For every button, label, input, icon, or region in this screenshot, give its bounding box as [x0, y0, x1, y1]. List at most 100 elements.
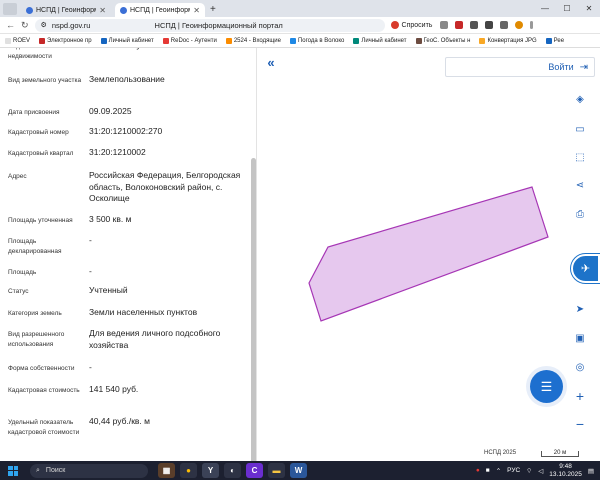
address-bar-row: ← ↻ ⚙ nspd.gov.ru НСПД | Геоинформационн…: [0, 17, 600, 34]
bookmark-item[interactable]: 2524 - Входящие: [226, 38, 281, 44]
tray-chevron-icon[interactable]: ⌃: [496, 467, 501, 475]
measure-panel-icon[interactable]: ▣: [571, 329, 589, 347]
bookmark-item[interactable]: ROEV: [5, 38, 30, 44]
property-label: Вид земельного участка: [8, 77, 82, 84]
tray-app-icon[interactable]: ■: [486, 467, 490, 474]
property-label: Площадь: [8, 269, 37, 276]
file-explorer-icon[interactable]: ▬: [268, 463, 285, 478]
panel-scrollbar[interactable]: [251, 158, 256, 461]
close-window-icon[interactable]: ✕: [578, 0, 600, 17]
url-field[interactable]: ⚙ nspd.gov.ru НСПД | Геоинформационный п…: [34, 18, 385, 32]
clock-time: 9:48: [559, 462, 572, 470]
clock[interactable]: 9:48 13.10.2025: [549, 463, 582, 479]
locate-icon[interactable]: ➤: [571, 300, 589, 318]
print-icon[interactable]: ⎙: [571, 205, 589, 223]
browser-tab[interactable]: НСПД | Геоинформаци ✕: [21, 3, 111, 17]
profile-icon[interactable]: [515, 21, 524, 29]
tab-actions-button[interactable]: [3, 3, 17, 15]
property-label: Площадь уточненная: [8, 217, 73, 224]
reload-icon[interactable]: ↻: [21, 20, 29, 31]
yandex-browser-icon[interactable]: Y: [202, 463, 219, 478]
property-value: Учтенный: [89, 285, 128, 295]
property-value: 09.09.2025: [89, 106, 132, 116]
extension-icon[interactable]: [500, 21, 509, 29]
property-value: 31:20:1210002: [89, 147, 146, 157]
assistant-button[interactable]: Спросить: [390, 21, 433, 29]
property-label: Кадастровый номер: [8, 129, 69, 136]
object-list-button[interactable]: ☰: [530, 370, 563, 403]
property-label: Удельный показатель кадастровой стоимост…: [8, 419, 80, 436]
layers-icon[interactable]: ◈: [571, 90, 589, 108]
start-button[interactable]: [8, 465, 18, 476]
url-page-title: НСПД | Геоинформационный портал: [154, 20, 283, 30]
taskbar-apps: ▦ ● Y ◐ C ▬ W: [158, 463, 307, 478]
extension-icon[interactable]: [440, 21, 449, 29]
windows-taskbar: ⌕ Поиск ▦ ● Y ◐ C ▬ W ● ■ ⌃ РУС ⌔ ◁ 9:48…: [0, 461, 600, 480]
object-info-panel: Вид объекта недвижимости Земельный участо…: [0, 48, 257, 461]
property-label: Вид объекта недвижимости: [8, 48, 52, 60]
minimize-icon[interactable]: —: [534, 0, 556, 17]
close-tab-icon[interactable]: ✕: [193, 6, 200, 15]
property-label: Вид разрешенного использования: [8, 331, 65, 348]
notifications-icon[interactable]: ▤: [588, 467, 594, 475]
assistant-label: Спросить: [401, 21, 433, 29]
bookmark-item[interactable]: ГеоС. Объекты н: [416, 38, 471, 44]
property-label: Площадь декларированная: [8, 238, 62, 255]
support-chat-icon[interactable]: ✈: [571, 254, 600, 283]
tray-app-icon[interactable]: ●: [476, 467, 480, 474]
map-view[interactable]: « Войти ⇥ ◈ ▭ ⬚ ⋖ ⎙ ✈ ➤ ▣ ◎ + − ☰ НСПД 2…: [258, 48, 600, 461]
volume-icon[interactable]: ◁: [538, 467, 543, 475]
bookmark-item[interactable]: Конвертация JPG: [479, 38, 536, 44]
property-label: Дата присвоения: [8, 109, 60, 116]
clock-date: 13.10.2025: [549, 470, 582, 478]
menu-icon[interactable]: [530, 21, 534, 29]
word-icon[interactable]: W: [290, 463, 307, 478]
app-c-icon[interactable]: C: [246, 463, 263, 478]
back-icon[interactable]: ←: [6, 20, 15, 31]
tab-title: НСПД | Геоинформаци: [130, 6, 190, 14]
property-label: Форма собственности: [8, 365, 75, 372]
bookmarks-bar: ROEV Электронное пр Личный кабинет ReDoc - …: [0, 35, 600, 48]
ruler-icon[interactable]: ▭: [571, 120, 589, 138]
task-view-icon[interactable]: ▦: [158, 463, 175, 478]
close-tab-icon[interactable]: ✕: [99, 6, 106, 15]
maximize-icon[interactable]: ☐: [556, 0, 578, 17]
new-tab-button[interactable]: +: [210, 4, 216, 15]
property-value: Землепользование: [89, 74, 165, 84]
property-value: Земли населенных пунктов: [89, 307, 198, 317]
land-parcel: [308, 186, 549, 322]
search-icon: ⌕: [36, 466, 40, 474]
bookmark-item[interactable]: Личный кабинет: [101, 38, 154, 44]
bookmark-item[interactable]: Электронное пр: [39, 38, 92, 44]
property-value: 141 540 руб.: [89, 384, 139, 394]
extension-icon[interactable]: [485, 21, 494, 29]
property-value: -: [89, 235, 92, 245]
site-favicon: [26, 6, 33, 14]
chrome-icon[interactable]: ●: [180, 463, 197, 478]
property-value: Земельный участок: [89, 48, 249, 52]
share-icon[interactable]: ⋖: [571, 176, 589, 194]
language-indicator[interactable]: РУС: [507, 467, 520, 474]
property-value: -: [89, 362, 92, 372]
select-area-icon[interactable]: ⬚: [571, 148, 589, 166]
bookmark-item[interactable]: Личный кабинет: [353, 38, 406, 44]
network-icon[interactable]: ⌔: [526, 466, 532, 475]
zoom-in-icon[interactable]: +: [571, 387, 589, 405]
search-placeholder: Поиск: [45, 467, 66, 474]
bookmark-item[interactable]: Рее: [546, 38, 564, 44]
browser-tab-active[interactable]: НСПД | Геоинформаци ✕: [115, 3, 205, 17]
taskbar-search[interactable]: ⌕ Поиск: [30, 463, 148, 478]
bookmark-item[interactable]: Погода в Волоко: [290, 38, 344, 44]
map-scale: 20 м: [541, 450, 579, 457]
geolocation-icon[interactable]: ◎: [571, 358, 589, 376]
property-value: 31:20:1210002:270: [89, 126, 163, 136]
url-host: nspd.gov.ru: [51, 20, 91, 30]
property-label: Адрес: [8, 173, 27, 180]
bookmark-item[interactable]: ReDoc - Аутенти: [163, 38, 217, 44]
property-label: Кадастровый квартал: [8, 150, 74, 157]
site-info-icon[interactable]: ⚙: [41, 21, 47, 29]
extension-icon[interactable]: [470, 21, 479, 29]
app-icon[interactable]: ◐: [224, 463, 241, 478]
extension-icon[interactable]: [455, 21, 464, 29]
zoom-out-icon[interactable]: −: [571, 415, 589, 433]
